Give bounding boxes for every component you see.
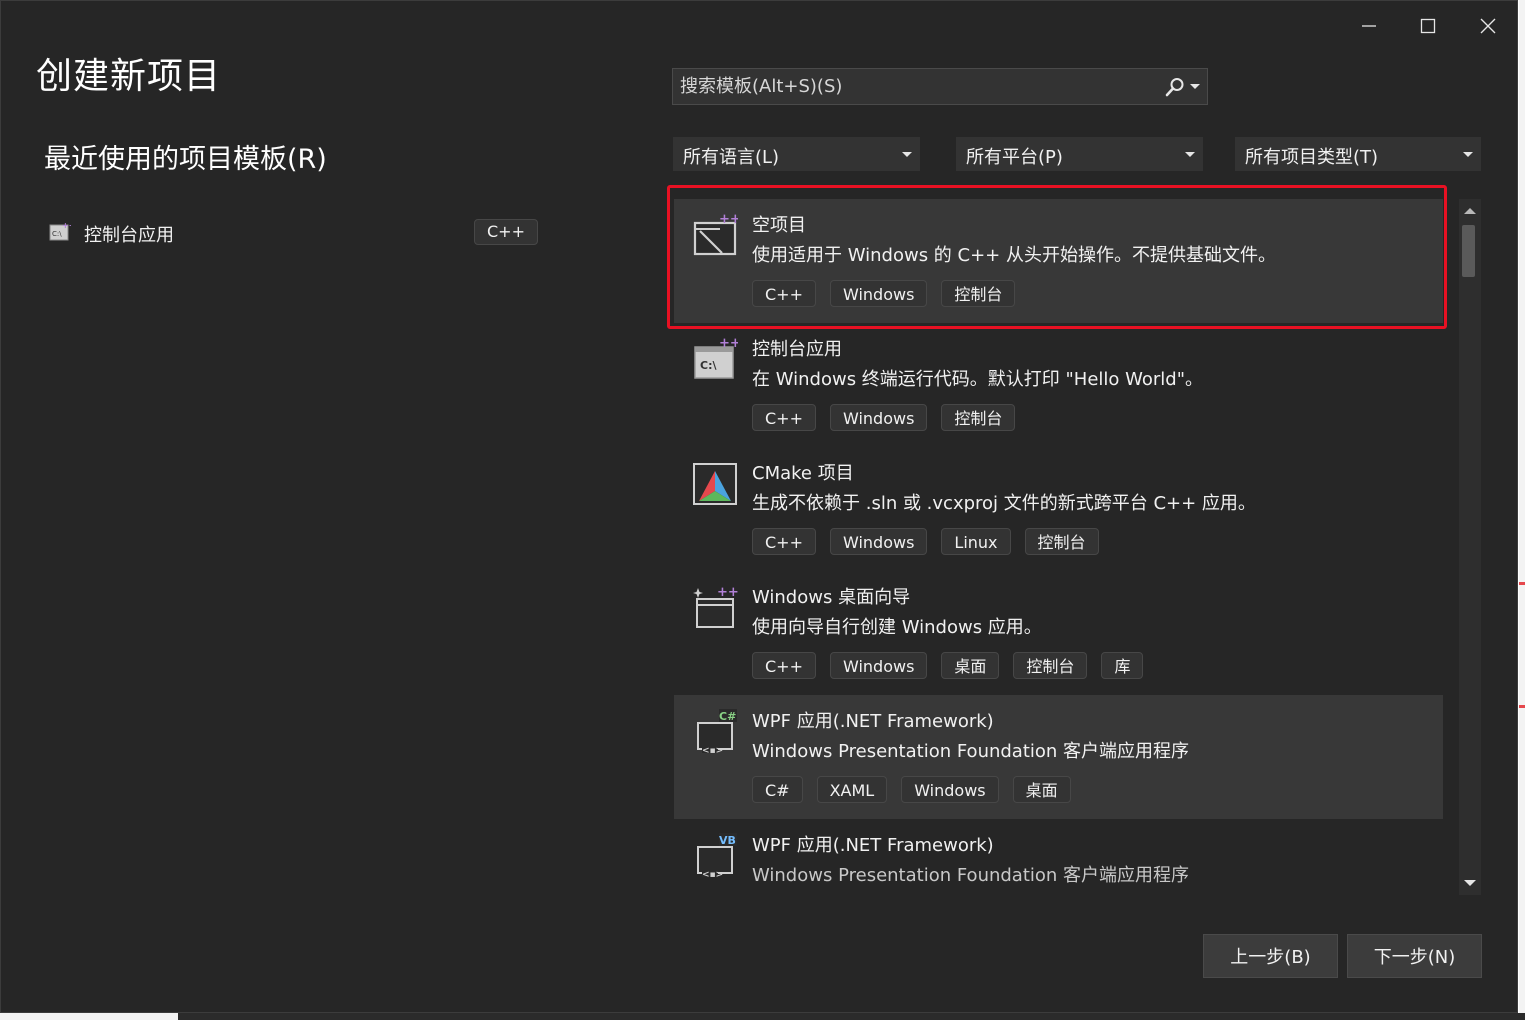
template-name: 控制台应用 bbox=[752, 339, 842, 360]
template-item-wpf-vb[interactable]: <▪> VB WPF 应用(.NET Framework) Windows Pr… bbox=[674, 819, 1443, 889]
search-input[interactable] bbox=[680, 69, 1150, 104]
maximize-button[interactable] bbox=[1408, 9, 1448, 43]
scrollbar-thumb[interactable] bbox=[1462, 225, 1475, 277]
scroll-up-icon[interactable] bbox=[1464, 207, 1476, 215]
search-icon[interactable] bbox=[1165, 77, 1185, 97]
tag: Windows bbox=[829, 404, 928, 431]
svg-text:++: ++ bbox=[717, 585, 738, 600]
tag: Windows bbox=[829, 528, 928, 555]
empty-project-icon: ++ bbox=[693, 213, 738, 256]
console-app-icon: C:\ ++ bbox=[49, 221, 71, 241]
project-type-filter[interactable]: 所有项目类型(T) bbox=[1235, 137, 1481, 171]
project-type-filter-label: 所有项目类型(T) bbox=[1245, 147, 1379, 168]
tag: Windows bbox=[829, 652, 928, 679]
language-tag: C++ bbox=[474, 219, 538, 245]
tag: 控制台 bbox=[941, 404, 1016, 431]
tag: C++ bbox=[752, 404, 816, 431]
language-filter-label: 所有语言(L) bbox=[683, 147, 780, 168]
close-icon bbox=[1480, 18, 1496, 34]
svg-text:C:\: C:\ bbox=[52, 230, 62, 238]
cmake-icon bbox=[693, 463, 737, 505]
minimize-button[interactable] bbox=[1349, 9, 1389, 43]
wpf-vb-icon: <▪> VB bbox=[697, 833, 737, 879]
chevron-down-icon[interactable] bbox=[1190, 84, 1200, 90]
tag: 控制台 bbox=[941, 280, 1016, 307]
minimize-icon bbox=[1362, 25, 1376, 27]
tag: C# bbox=[752, 776, 803, 803]
template-description: Windows Presentation Foundation 客户端应用程序 bbox=[752, 741, 1190, 762]
recent-templates-heading: 最近使用的项目模板(R) bbox=[44, 144, 327, 175]
template-item-wpf-csharp[interactable]: <▪> C# WPF 应用(.NET Framework) Windows Pr… bbox=[674, 695, 1443, 819]
back-button[interactable]: 上一步(B) bbox=[1203, 934, 1338, 978]
svg-text:C#: C# bbox=[719, 710, 736, 723]
chevron-down-icon bbox=[1463, 152, 1473, 157]
desktop-wizard-icon: ++ bbox=[693, 585, 738, 628]
template-item-cmake[interactable]: CMake 项目 生成不依赖于 .sln 或 .vcxproj 文件的新式跨平台… bbox=[674, 447, 1443, 571]
template-tags: C++ Windows 控制台 bbox=[752, 404, 1016, 431]
template-tags: C# XAML Windows 桌面 bbox=[752, 776, 1071, 803]
template-description: 使用适用于 Windows 的 C++ 从头开始操作。不提供基础文件。 bbox=[752, 245, 1276, 266]
background-window-edge bbox=[1519, 0, 1525, 1020]
template-item-empty-project[interactable]: ++ 空项目 使用适用于 Windows 的 C++ 从头开始操作。不提供基础文… bbox=[674, 199, 1443, 323]
close-button[interactable] bbox=[1468, 9, 1508, 43]
template-item-desktop-wizard[interactable]: ++ Windows 桌面向导 使用向导自行创建 Windows 应用。 C++… bbox=[674, 571, 1443, 695]
template-list[interactable]: ++ 空项目 使用适用于 Windows 的 C++ 从头开始操作。不提供基础文… bbox=[674, 199, 1444, 889]
tag: C++ bbox=[752, 280, 816, 307]
template-list-scrollbar[interactable] bbox=[1459, 199, 1481, 895]
tag: XAML bbox=[816, 776, 888, 803]
background-taskbar-edge bbox=[0, 1013, 1525, 1020]
svg-text:++: ++ bbox=[719, 213, 738, 227]
tag: 控制台 bbox=[1024, 528, 1099, 555]
tag: Linux bbox=[941, 528, 1011, 555]
platform-filter-label: 所有平台(P) bbox=[966, 147, 1063, 168]
svg-text:VB: VB bbox=[719, 834, 736, 847]
chevron-down-icon bbox=[1185, 152, 1195, 157]
template-description: 生成不依赖于 .sln 或 .vcxproj 文件的新式跨平台 C++ 应用。 bbox=[752, 493, 1256, 514]
template-name: Windows 桌面向导 bbox=[752, 587, 911, 608]
tag: Windows bbox=[901, 776, 999, 803]
chevron-down-icon bbox=[902, 152, 912, 157]
recent-item-console-app[interactable]: C:\ ++ 控制台应用 C++ bbox=[45, 215, 538, 251]
svg-text:++: ++ bbox=[62, 221, 71, 230]
template-item-console-app[interactable]: C:\ ++ 控制台应用 在 Windows 终端运行代码。默认打印 "Hell… bbox=[674, 323, 1443, 447]
template-tags: C++ Windows Linux 控制台 bbox=[752, 528, 1099, 555]
template-description: 在 Windows 终端运行代码。默认打印 "Hello World"。 bbox=[752, 369, 1204, 390]
svg-text:++: ++ bbox=[719, 337, 738, 351]
recent-item-label: 控制台应用 bbox=[84, 225, 174, 246]
tag: 库 bbox=[1101, 652, 1144, 679]
template-name: CMake 项目 bbox=[752, 463, 854, 484]
template-description: 使用向导自行创建 Windows 应用。 bbox=[752, 617, 1042, 638]
template-tags: C++ Windows 控制台 bbox=[752, 280, 1016, 307]
platform-filter[interactable]: 所有平台(P) bbox=[956, 137, 1203, 171]
svg-text:<▪>: <▪> bbox=[702, 870, 723, 879]
template-name: WPF 应用(.NET Framework) bbox=[752, 835, 994, 856]
next-button[interactable]: 下一步(N) bbox=[1347, 934, 1482, 978]
console-app-icon: C:\ ++ bbox=[694, 337, 738, 379]
language-filter[interactable]: 所有语言(L) bbox=[673, 137, 920, 171]
tag: 控制台 bbox=[1013, 652, 1088, 679]
svg-text:C:\: C:\ bbox=[700, 359, 717, 372]
page-title: 创建新项目 bbox=[36, 56, 222, 97]
wpf-csharp-icon: <▪> C# bbox=[697, 709, 737, 755]
create-project-dialog: 创建新项目 最近使用的项目模板(R) C:\ ++ 控制台应用 C++ 所有语言… bbox=[0, 0, 1518, 1013]
tag: Windows bbox=[829, 280, 928, 307]
template-name: 空项目 bbox=[752, 215, 806, 236]
search-box[interactable] bbox=[672, 68, 1208, 105]
maximize-icon bbox=[1420, 18, 1436, 34]
tag: 桌面 bbox=[941, 652, 1000, 679]
template-description: Windows Presentation Foundation 客户端应用程序 bbox=[752, 865, 1190, 886]
template-name: WPF 应用(.NET Framework) bbox=[752, 711, 994, 732]
template-tags: C++ Windows 桌面 控制台 库 bbox=[752, 652, 1144, 679]
scroll-down-icon[interactable] bbox=[1464, 879, 1476, 887]
tag: C++ bbox=[752, 528, 816, 555]
tag: C++ bbox=[752, 652, 816, 679]
svg-text:<▪>: <▪> bbox=[702, 746, 723, 755]
tag: 桌面 bbox=[1012, 776, 1071, 803]
